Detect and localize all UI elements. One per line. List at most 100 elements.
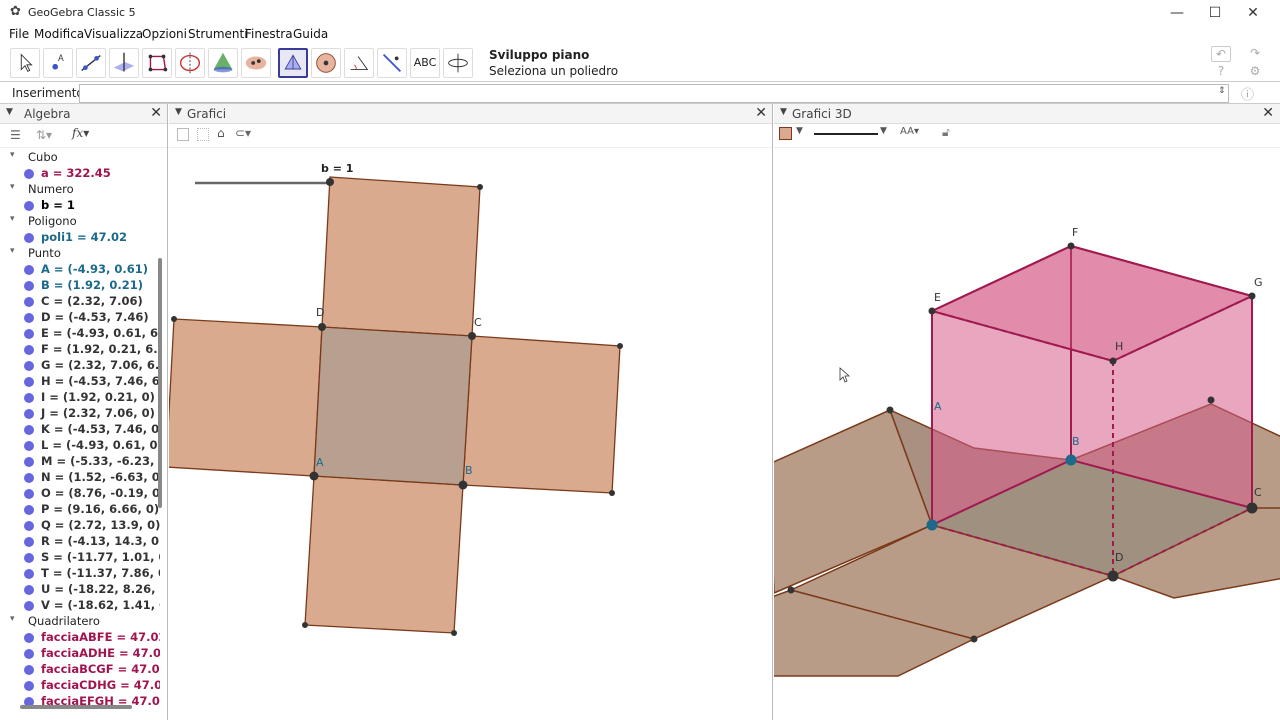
visibility-toggle-icon[interactable] bbox=[24, 633, 34, 643]
grid-toggle-icon[interactable] bbox=[197, 128, 209, 141]
algebra-item[interactable]: P = (9.16, 6.66, 0) bbox=[0, 502, 160, 518]
menu-file[interactable]: File bbox=[9, 27, 29, 41]
intersect-tool-icon[interactable] bbox=[208, 48, 238, 78]
algebra-category[interactable]: Poligono bbox=[0, 214, 160, 230]
visibility-toggle-icon[interactable] bbox=[24, 521, 34, 531]
horizontal-scrollbar[interactable] bbox=[20, 705, 132, 709]
graphics-canvas[interactable] bbox=[169, 148, 773, 720]
visibility-toggle-icon[interactable] bbox=[24, 281, 34, 291]
minimize-button[interactable]: — bbox=[1162, 3, 1192, 23]
visibility-toggle-icon[interactable] bbox=[24, 201, 34, 211]
panel-collapse-icon[interactable]: ▼ bbox=[175, 107, 182, 117]
vertical-scrollbar[interactable] bbox=[158, 258, 162, 508]
algebra-item[interactable]: F = (1.92, 0.21, 6.86) bbox=[0, 342, 160, 358]
visibility-toggle-icon[interactable] bbox=[24, 457, 34, 467]
algebra-item[interactable]: G = (2.32, 7.06, 6.86) bbox=[0, 358, 160, 374]
algebra-item[interactable]: V = (-18.62, 1.41, 0) bbox=[0, 598, 160, 614]
visibility-toggle-icon[interactable] bbox=[24, 569, 34, 579]
close-graphics-icon[interactable]: ✕ bbox=[755, 105, 767, 121]
visibility-toggle-icon[interactable] bbox=[24, 649, 34, 659]
menu-opzioni[interactable]: Opzioni bbox=[142, 27, 187, 41]
algebra-item[interactable]: b = 1 bbox=[0, 198, 160, 214]
algebra-item[interactable]: A = (-4.93, 0.61) bbox=[0, 262, 160, 278]
sort-icon[interactable]: ⇅▾ bbox=[36, 128, 52, 142]
color-dropdown-icon[interactable]: ▼ bbox=[796, 126, 803, 136]
menu-visualizza[interactable]: Visualizza bbox=[84, 27, 143, 41]
close-algebra-icon[interactable]: ✕ bbox=[150, 105, 162, 121]
algebra-item[interactable]: D = (-4.53, 7.46) bbox=[0, 310, 160, 326]
visibility-toggle-icon[interactable] bbox=[24, 553, 34, 563]
home-icon[interactable]: ⌂ bbox=[217, 126, 225, 140]
maximize-button[interactable]: ☐ bbox=[1200, 3, 1230, 23]
text-tool-icon[interactable]: ABC bbox=[410, 48, 440, 78]
visibility-toggle-icon[interactable] bbox=[24, 409, 34, 419]
visibility-toggle-icon[interactable] bbox=[24, 345, 34, 355]
algebra-item[interactable]: facciaABFE = 47.02 bbox=[0, 630, 160, 646]
move-tool-icon[interactable] bbox=[10, 48, 40, 78]
help-icon[interactable]: ? bbox=[1211, 64, 1231, 80]
input-field[interactable] bbox=[79, 84, 1229, 103]
solid-tool-icon[interactable] bbox=[311, 48, 341, 78]
visibility-toggle-icon[interactable] bbox=[24, 233, 34, 243]
algebra-item[interactable]: N = (1.52, -6.63, 0) bbox=[0, 470, 160, 486]
visibility-toggle-icon[interactable] bbox=[24, 681, 34, 691]
circle-tool-icon[interactable] bbox=[175, 48, 205, 78]
color-swatch-icon[interactable] bbox=[779, 127, 792, 140]
point-capture-icon[interactable]: ⊂▾ bbox=[235, 126, 251, 140]
input-help-icon[interactable]: ⓘ bbox=[1241, 84, 1254, 103]
graphics3d-canvas[interactable] bbox=[774, 148, 1280, 720]
redo-icon[interactable]: ↷ bbox=[1245, 46, 1265, 62]
algebra-item[interactable]: O = (8.76, -0.19, 0) bbox=[0, 486, 160, 502]
lock-icon[interactable]: 🔓︎ bbox=[942, 125, 950, 140]
visibility-toggle-icon[interactable] bbox=[24, 297, 34, 307]
algebra-item[interactable]: C = (2.32, 7.06) bbox=[0, 294, 160, 310]
point-tool-icon[interactable]: A bbox=[43, 48, 73, 78]
visibility-toggle-icon[interactable] bbox=[24, 665, 34, 675]
algebra-item[interactable]: L = (-4.93, 0.61, 0) bbox=[0, 438, 160, 454]
algebra-item[interactable]: facciaBCGF = 47.02 bbox=[0, 662, 160, 678]
visibility-toggle-icon[interactable] bbox=[24, 585, 34, 595]
algebra-category[interactable]: Punto bbox=[0, 246, 160, 262]
algebra-item[interactable]: E = (-4.93, 0.61, 6.86) bbox=[0, 326, 160, 342]
angle-tool-icon[interactable] bbox=[344, 48, 374, 78]
visibility-toggle-icon[interactable] bbox=[24, 329, 34, 339]
algebra-menu-icon[interactable]: ☰ bbox=[10, 128, 21, 142]
close-graphics3d-icon[interactable]: ✕ bbox=[1262, 105, 1274, 121]
visibility-toggle-icon[interactable] bbox=[24, 169, 34, 179]
visibility-toggle-icon[interactable] bbox=[24, 313, 34, 323]
visibility-toggle-icon[interactable] bbox=[24, 601, 34, 611]
algebra-item[interactable]: B = (1.92, 0.21) bbox=[0, 278, 160, 294]
visibility-toggle-icon[interactable] bbox=[24, 441, 34, 451]
undo-icon[interactable]: ↶ bbox=[1211, 46, 1231, 62]
algebra-item[interactable]: U = (-18.22, 8.26, 0) bbox=[0, 582, 160, 598]
algebra-item[interactable]: M = (-5.33, -6.23, 0) bbox=[0, 454, 160, 470]
algebra-item[interactable]: facciaCDHG = 47.02 bbox=[0, 678, 160, 694]
algebra-item[interactable]: poli1 = 47.02 bbox=[0, 230, 160, 246]
sphere-tool-icon[interactable] bbox=[241, 48, 271, 78]
algebra-category[interactable]: Cubo bbox=[0, 150, 160, 166]
visibility-toggle-icon[interactable] bbox=[24, 393, 34, 403]
polygon-tool-icon[interactable] bbox=[142, 48, 172, 78]
menu-strumenti[interactable]: Strumenti bbox=[188, 27, 248, 41]
algebra-item[interactable]: I = (1.92, 0.21, 0) bbox=[0, 390, 160, 406]
algebra-item[interactable]: J = (2.32, 7.06, 0) bbox=[0, 406, 160, 422]
visibility-toggle-icon[interactable] bbox=[24, 505, 34, 515]
axes-toggle-icon[interactable] bbox=[177, 128, 189, 141]
menu-finestra[interactable]: Finestra bbox=[245, 27, 293, 41]
settings-gear-icon[interactable]: ⚙ bbox=[1245, 64, 1265, 80]
panel-collapse-icon[interactable]: ▼ bbox=[6, 107, 13, 117]
algebra-item[interactable]: facciaADHE = 47.02 bbox=[0, 646, 160, 662]
algebra-category[interactable]: Numero bbox=[0, 182, 160, 198]
algebra-item[interactable]: T = (-11.37, 7.86, 0) bbox=[0, 566, 160, 582]
perpendicular-line-tool-icon[interactable] bbox=[109, 48, 139, 78]
visibility-toggle-icon[interactable] bbox=[24, 425, 34, 435]
visibility-toggle-icon[interactable] bbox=[24, 361, 34, 371]
rotate-view-tool-icon[interactable] bbox=[443, 48, 473, 78]
algebra-item[interactable]: a = 322.45 bbox=[0, 166, 160, 182]
visibility-toggle-icon[interactable] bbox=[24, 473, 34, 483]
algebra-item[interactable]: S = (-11.77, 1.01, 0) bbox=[0, 550, 160, 566]
visibility-toggle-icon[interactable] bbox=[24, 265, 34, 275]
algebra-item[interactable]: Q = (2.72, 13.9, 0) bbox=[0, 518, 160, 534]
visibility-toggle-icon[interactable] bbox=[24, 377, 34, 387]
fx-icon[interactable]: 𝑓x▾ bbox=[72, 126, 89, 140]
